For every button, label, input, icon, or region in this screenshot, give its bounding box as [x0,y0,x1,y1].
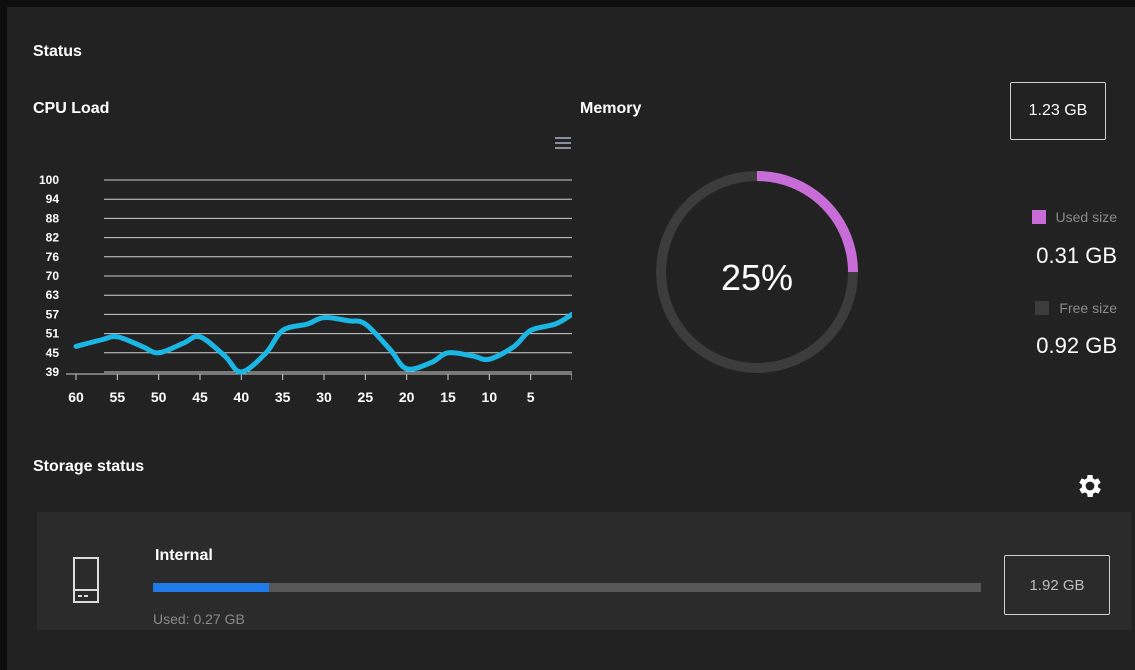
x-tick-label: 5 [527,389,535,405]
legend-used-swatch [1031,210,1046,224]
x-tick-label: 10 [482,389,498,405]
y-tick-label: 70 [46,269,60,283]
y-tick-label: 100 [39,173,59,187]
x-tick-label: 55 [110,389,126,405]
cpu-load-series-line [73,311,572,375]
y-tick-label: 57 [46,307,60,321]
y-tick-label: 51 [46,327,60,341]
cpu-load-title: CPU Load [33,100,110,117]
storage-name: Internal [155,547,213,564]
x-tick-label: 20 [399,389,415,405]
legend-used-label: Used size [1055,209,1117,225]
x-tick-label: 35 [275,389,291,405]
gear-icon[interactable] [1075,471,1105,501]
y-tick-label: 76 [46,250,60,264]
x-tick-label: 30 [316,389,332,405]
storage-used-text: Used: 0.27 GB [153,611,245,627]
storage-drive-icon [73,557,99,603]
legend-free-swatch [1035,301,1050,315]
y-tick-label: 88 [46,211,60,225]
storage-status-title: Storage status [33,458,145,475]
legend-free[interactable]: Free size [1035,300,1117,316]
x-tick-label: 60 [68,389,84,405]
status-title: Status [33,43,82,60]
y-tick-label: 94 [46,192,60,206]
memory-total-box: 1.23 GB [1010,82,1106,140]
status-panel: Status CPU Load Memory 100 94 88 82 76 70 63 57… [7,7,1135,670]
y-tick-label: 82 [46,231,60,245]
y-tick-label: 39 [46,365,60,379]
x-tick-label: 25 [358,389,374,405]
storage-item-internal[interactable]: Internal Used: 0.27 GB 1.92 GB [37,512,1131,630]
legend-used-value: 0.31 GB [1036,243,1117,268]
x-tick-label: 45 [192,389,208,405]
legend-used[interactable]: Used size [1031,209,1117,225]
storage-total-box: 1.92 GB [1004,555,1110,615]
x-tick-label: 15 [440,389,456,405]
y-tick-label: 45 [46,346,60,360]
storage-usage-fill [153,583,269,592]
x-tick-label: 50 [151,389,167,405]
legend-free-label: Free size [1059,300,1117,316]
legend-free-value: 0.92 GB [1036,333,1117,358]
chart-menu-icon[interactable] [555,137,571,151]
memory-title: Memory [580,100,642,117]
cpu-load-chart: 100 94 88 82 76 70 63 57 51 45 39 60 55 50 45 40 35 30 25 2… [39,173,572,405]
y-tick-label: 63 [46,288,60,302]
x-tick-label: 40 [234,389,250,405]
storage-usage-bar [153,583,981,592]
memory-percent-label: 25% [720,257,794,298]
